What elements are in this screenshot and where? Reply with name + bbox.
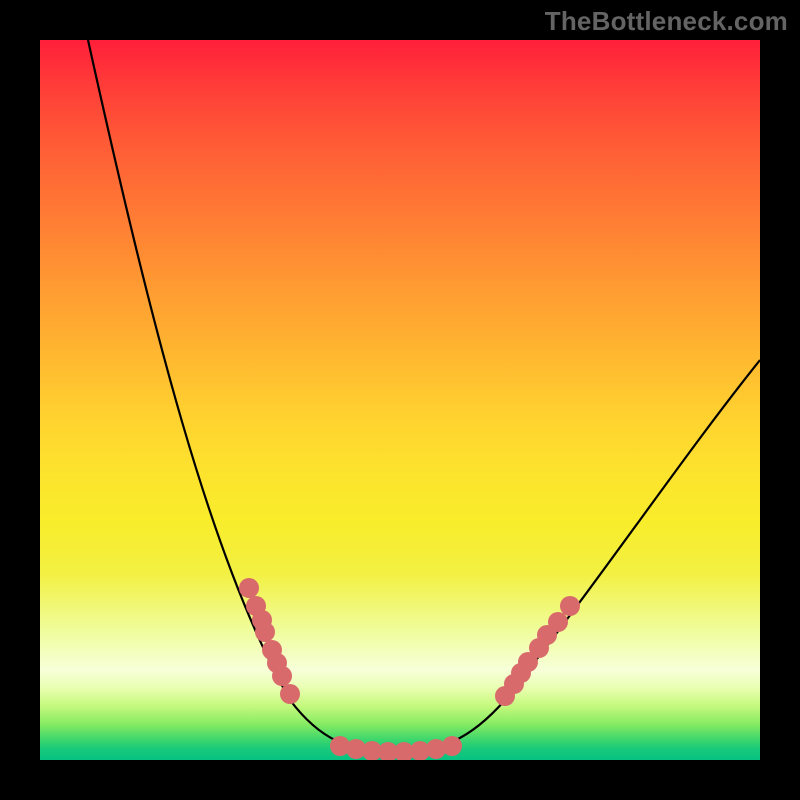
data-marker: [560, 596, 580, 616]
data-marker: [255, 622, 275, 642]
data-marker: [239, 578, 259, 598]
gradient-plot-area: [40, 40, 760, 760]
data-marker: [548, 612, 568, 632]
attribution-text: TheBottleneck.com: [545, 6, 788, 37]
data-markers: [239, 578, 580, 760]
data-marker: [272, 666, 292, 686]
data-marker: [442, 736, 462, 756]
data-marker: [280, 684, 300, 704]
bottleneck-curve: [88, 40, 760, 752]
chart-svg: [40, 40, 760, 760]
